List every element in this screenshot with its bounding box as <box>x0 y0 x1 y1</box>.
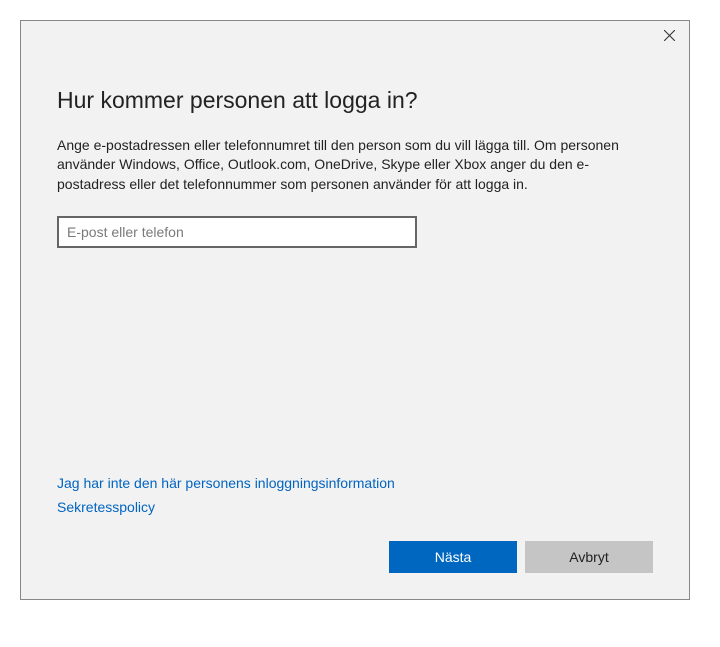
next-button[interactable]: Nästa <box>389 541 517 573</box>
account-dialog: Hur kommer personen att logga in? Ange e… <box>20 20 690 600</box>
dialog-description: Ange e-postadressen eller telefonnumret … <box>57 136 653 194</box>
email-phone-input[interactable] <box>57 216 417 248</box>
titlebar <box>21 21 689 53</box>
close-icon <box>664 30 675 41</box>
dialog-content: Hur kommer personen att logga in? Ange e… <box>21 53 689 541</box>
button-row: Nästa Avbryt <box>21 541 689 599</box>
privacy-policy-link[interactable]: Sekretesspolicy <box>57 499 653 515</box>
helper-links: Jag har inte den här personens inloggnin… <box>57 475 653 523</box>
spacer <box>57 248 653 475</box>
no-signin-info-link[interactable]: Jag har inte den här personens inloggnin… <box>57 475 653 491</box>
cancel-button[interactable]: Avbryt <box>525 541 653 573</box>
dialog-heading: Hur kommer personen att logga in? <box>57 87 653 114</box>
close-button[interactable] <box>649 21 689 49</box>
